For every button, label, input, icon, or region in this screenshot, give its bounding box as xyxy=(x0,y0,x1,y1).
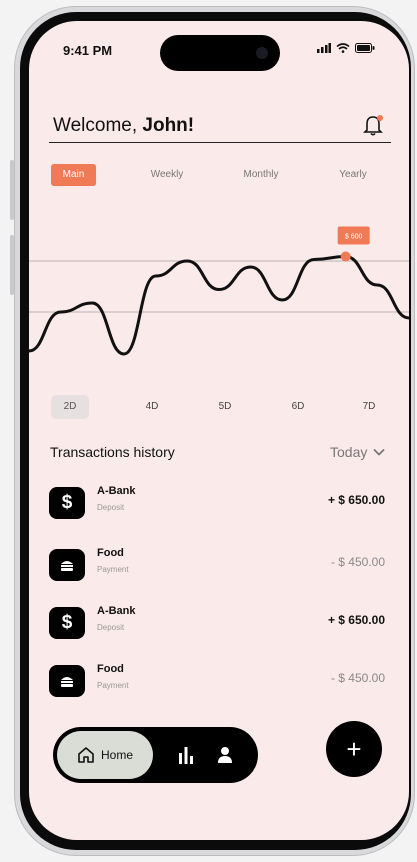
dynamic-island xyxy=(160,35,280,71)
header-divider xyxy=(49,142,391,143)
status-time: 9:41 PM xyxy=(63,43,113,58)
tab-yearly[interactable]: Yearly xyxy=(330,164,376,186)
app-screen: 9:41 PM Welcome, John! Main Weekly Month… xyxy=(29,21,409,840)
tab-2d[interactable]: 2D xyxy=(51,395,89,419)
transaction-row[interactable]: $ A-Bank Deposit + $ 650.00 xyxy=(49,603,389,643)
profile-icon[interactable] xyxy=(216,745,234,765)
transactions-title: Transactions history xyxy=(50,444,175,460)
add-transaction-button[interactable]: + xyxy=(326,721,382,777)
home-icon xyxy=(78,747,94,763)
day-tabs: 2D 4D 5D 6D 7D xyxy=(29,395,409,419)
user-name: John! xyxy=(142,115,195,136)
tab-5d[interactable]: 5D xyxy=(210,395,240,419)
signal-icon xyxy=(317,43,331,53)
status-icons xyxy=(317,43,375,53)
burger-icon xyxy=(49,665,85,697)
camera-icon xyxy=(256,47,268,59)
highlight-label: $ 600 xyxy=(345,234,363,241)
transaction-name: Food xyxy=(97,547,124,559)
transaction-amount: + $ 650.00 xyxy=(327,613,385,627)
transaction-type: Deposit xyxy=(97,623,125,632)
transaction-type: Deposit xyxy=(97,503,125,512)
chevron-down-icon xyxy=(373,448,385,456)
transaction-name: Food xyxy=(97,663,124,675)
tab-main[interactable]: Main xyxy=(51,164,96,186)
period-tabs: Main Weekly Monthly Yearly xyxy=(29,164,409,188)
side-button xyxy=(10,235,14,295)
transaction-row[interactable]: Food Payment - $ 450.00 xyxy=(49,545,389,585)
tab-4d[interactable]: 4D xyxy=(137,395,167,419)
tab-7d[interactable]: 7D xyxy=(354,395,384,419)
transaction-row[interactable]: $ A-Bank Deposit + $ 650.00 xyxy=(49,483,389,523)
nav-home-label: Home xyxy=(100,748,133,762)
transaction-amount: + $ 650.00 xyxy=(327,493,385,507)
welcome-heading: Welcome, John! xyxy=(53,115,194,137)
burger-icon xyxy=(49,549,85,581)
stats-icon[interactable] xyxy=(177,745,195,765)
tab-monthly[interactable]: Monthly xyxy=(232,164,290,186)
series-line xyxy=(29,255,409,356)
greeting-text: Welcome, xyxy=(53,115,143,136)
tab-6d[interactable]: 6D xyxy=(283,395,313,419)
highlight-point[interactable] xyxy=(340,251,351,262)
date-filter-label: Today xyxy=(330,444,368,460)
transaction-type: Payment xyxy=(97,565,129,574)
nav-home-button[interactable]: Home xyxy=(57,731,153,779)
side-button xyxy=(10,160,14,220)
transaction-name: A-Bank xyxy=(97,605,136,617)
balance-chart: $ 600 xyxy=(29,226,409,356)
transaction-amount: - $ 450.00 xyxy=(330,555,385,569)
battery-icon xyxy=(355,43,375,53)
dollar-icon: $ xyxy=(49,607,85,639)
notification-bell-icon[interactable] xyxy=(363,113,385,137)
bottom-nav: Home xyxy=(53,727,258,783)
tab-weekly[interactable]: Weekly xyxy=(141,164,193,186)
dollar-icon: $ xyxy=(49,487,85,519)
transaction-type: Payment xyxy=(97,681,129,690)
transaction-row[interactable]: Food Payment - $ 450.00 xyxy=(49,661,389,701)
date-filter-dropdown[interactable]: Today xyxy=(330,444,385,460)
transaction-amount: - $ 450.00 xyxy=(330,671,385,685)
wifi-icon xyxy=(336,43,350,53)
transaction-name: A-Bank xyxy=(97,485,136,497)
